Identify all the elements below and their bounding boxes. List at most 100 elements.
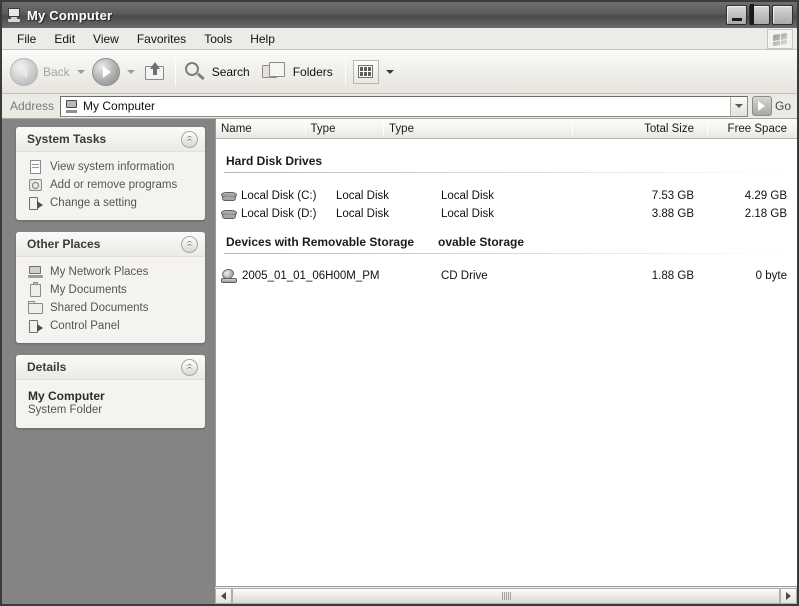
address-value: My Computer (83, 99, 156, 113)
panel-other-places-header[interactable]: Other Places (16, 232, 205, 257)
back-button[interactable]: Back (10, 53, 70, 91)
folders-label: Folders (292, 64, 333, 79)
search-icon (183, 60, 207, 84)
go-button[interactable]: Go (750, 95, 797, 118)
file-type-cell-2: Local Disk (441, 208, 495, 220)
chevron-up-icon[interactable] (181, 359, 198, 376)
scroll-right-button[interactable] (780, 587, 797, 604)
panel-other-places: Other Places My Network Places My Docume… (16, 232, 205, 343)
my-computer-window: My Computer File Edit View Favorites Too… (0, 0, 799, 606)
address-input[interactable]: My Computer (60, 95, 748, 117)
forward-dropdown-caret-icon[interactable] (126, 69, 135, 74)
column-header-total-size[interactable]: Total Size (614, 119, 708, 138)
group-header-removable-storage: Devices with Removable Storage (226, 235, 415, 249)
search-label: Search (211, 64, 250, 79)
address-label: Address (10, 99, 55, 113)
back-label: Back (43, 64, 70, 79)
address-dropdown-button[interactable] (729, 96, 747, 116)
window-body: System Tasks View system information Add… (2, 119, 797, 604)
title-bar[interactable]: My Computer (2, 2, 797, 28)
folders-button[interactable]: Folders (261, 53, 333, 91)
sidebar-item-label: My Network Places (50, 266, 149, 278)
add-remove-icon (28, 178, 44, 193)
close-button[interactable] (772, 5, 793, 25)
table-row[interactable]: Local Disk (C:) Local Disk Local Disk 7.… (216, 187, 797, 205)
menu-file[interactable]: File (8, 30, 45, 48)
file-type-cell-1: CD Drive (441, 270, 488, 282)
folders-icon (261, 61, 288, 83)
minimize-button[interactable] (726, 5, 747, 25)
column-header-free-space[interactable]: Free Space (704, 119, 797, 138)
file-type-cell-2: Local Disk (441, 190, 495, 202)
back-dropdown-caret-icon[interactable] (76, 69, 85, 74)
file-total-size-cell: 1.88 GB (651, 270, 694, 282)
windows-flag-icon[interactable] (767, 29, 793, 49)
scrollbar-thumb[interactable] (232, 587, 780, 604)
panel-system-tasks-header[interactable]: System Tasks (16, 127, 205, 152)
panel-other-places-body: My Network Places My Documents Shared Do… (16, 257, 205, 343)
panel-details-title: Details (27, 360, 67, 374)
window-title: My Computer (27, 7, 113, 23)
views-button[interactable] (352, 53, 401, 91)
sidebar-item-label: Change a setting (50, 197, 137, 209)
sidebar-item-my-network-places[interactable]: My Network Places (16, 263, 205, 281)
panel-system-tasks-body: View system information Add or remove pr… (16, 152, 205, 220)
table-row[interactable]: Local Disk (D:) Local Disk Local Disk 3.… (216, 205, 797, 223)
settings-icon (28, 196, 44, 211)
sidebar-item-label: My Documents (50, 284, 127, 296)
forward-button[interactable] (91, 53, 120, 91)
file-list-pane[interactable]: Name Type Type Total Size Free Space Har… (215, 119, 797, 604)
scrollbar-track[interactable] (232, 587, 780, 604)
hard-disk-icon (221, 207, 238, 221)
column-headers: Name Type Type Total Size Free Space (216, 119, 797, 139)
panel-details: Details My Computer System Folder (16, 355, 205, 428)
maximize-button[interactable] (749, 4, 770, 25)
menu-favorites[interactable]: Favorites (128, 30, 195, 48)
folder-icon (28, 300, 44, 316)
sidebar-item-change-a-setting[interactable]: Change a setting (16, 194, 205, 212)
toolbar-separator-1 (174, 58, 176, 85)
panel-other-places-title: Other Places (27, 237, 101, 251)
column-header-type-1[interactable]: Type (306, 119, 385, 138)
scroll-left-button[interactable] (215, 587, 232, 604)
sidebar-item-add-or-remove-programs[interactable]: Add or remove programs (16, 176, 205, 194)
back-arrow-icon (10, 57, 38, 86)
file-type-cell-1: Local Disk (336, 190, 390, 202)
sidebar-item-view-system-information[interactable]: View system information (16, 158, 205, 176)
menu-bar: File Edit View Favorites Tools Help (2, 28, 797, 50)
menu-edit[interactable]: Edit (45, 30, 84, 48)
go-arrow-icon (751, 96, 772, 116)
panel-details-header[interactable]: Details (16, 355, 205, 380)
menu-tools[interactable]: Tools (195, 30, 241, 48)
toolbar-separator-2 (344, 58, 346, 85)
menu-view[interactable]: View (84, 30, 128, 48)
sidebar-item-control-panel[interactable]: Control Panel (16, 317, 205, 335)
details-item-name: My Computer (28, 389, 105, 403)
horizontal-scrollbar[interactable] (215, 586, 797, 604)
search-button[interactable]: Search (183, 53, 250, 91)
details-item-type: System Folder (28, 404, 103, 416)
views-dropdown-caret-icon[interactable] (385, 69, 394, 74)
group-rule (224, 253, 784, 254)
sidebar-item-label: View system information (50, 161, 175, 173)
chevron-up-icon[interactable] (181, 236, 198, 253)
toolbar: Back Search Folders (2, 50, 797, 94)
group-rule (224, 172, 784, 173)
menu-help[interactable]: Help (241, 30, 284, 48)
sidebar-item-my-documents[interactable]: My Documents (16, 281, 205, 299)
chevron-up-icon[interactable] (181, 131, 198, 148)
file-type-cell-1: Local Disk (336, 208, 390, 220)
file-list-body: Hard Disk Drives Local Disk (C:) Local D… (216, 139, 797, 604)
panel-details-body: My Computer System Folder (16, 380, 205, 428)
network-icon (28, 265, 44, 280)
sidebar-item-shared-documents[interactable]: Shared Documents (16, 299, 205, 317)
computer-icon-small (65, 99, 79, 113)
column-header-name[interactable]: Name (216, 119, 306, 138)
sidebar-bottom-filler (2, 586, 215, 604)
table-row[interactable]: 2005_01_01_06H00M_PM CD Drive 1.88 GB 0 … (216, 266, 797, 285)
window-controls (726, 4, 793, 25)
file-name-cell: Local Disk (D:) (221, 207, 316, 221)
file-name-cell: Local Disk (C:) (221, 189, 316, 203)
sidebar-item-label: Shared Documents (50, 302, 149, 314)
up-button[interactable] (142, 53, 168, 91)
